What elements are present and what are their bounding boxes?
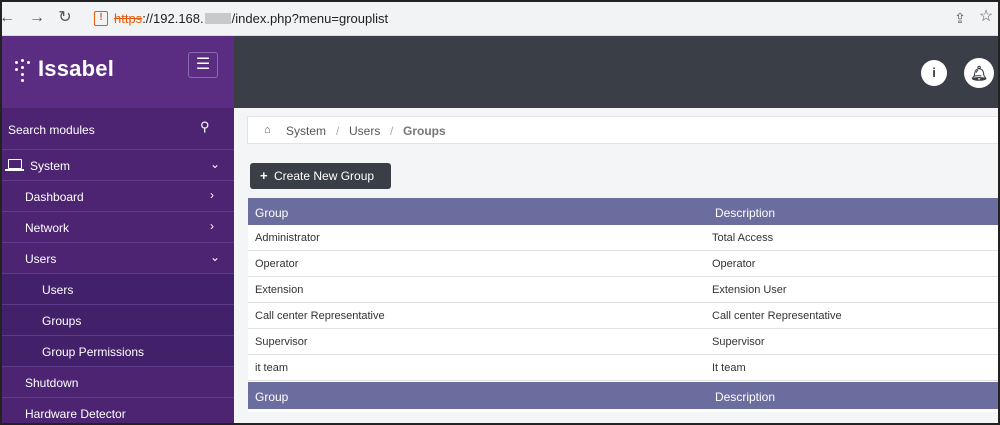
breadcrumb: ⌂ System / Users / Groups (247, 116, 998, 144)
issabel-logo-icon (15, 59, 33, 82)
url-text[interactable]: https://192.168. /index.php?menu=grouplis… (114, 11, 388, 26)
sidebar-item-system[interactable]: System ⌄ (2, 150, 234, 181)
breadcrumb-users[interactable]: Users (349, 124, 380, 138)
create-new-group-label: Create New Group (274, 169, 375, 183)
table-row[interactable]: it team It team (248, 355, 998, 381)
create-new-group-button[interactable]: + Create New Group (250, 163, 391, 189)
reload-icon[interactable]: ↻ (56, 9, 74, 27)
breadcrumb-separator: / (390, 124, 394, 138)
group-cell[interactable]: Administrator (255, 232, 320, 244)
sidebar-item-label: Shutdown (25, 376, 79, 390)
chevron-right-icon: › (210, 188, 214, 202)
sidebar-item-label: Users (25, 252, 57, 266)
address-bar[interactable]: ! https://192.168. /index.php?menu=groupl… (84, 7, 964, 31)
star-icon[interactable]: ☆ (978, 9, 994, 25)
bell-icon[interactable]: 🔔︎ (964, 58, 994, 88)
plus-icon: + (260, 168, 268, 183)
column-footer-group: Group (255, 390, 289, 404)
sidebar-item-network[interactable]: Network › (2, 212, 234, 243)
description-cell: Call center Representative (712, 310, 842, 322)
sidebar-item-dashboard[interactable]: Dashboard › (2, 181, 234, 212)
column-header-group[interactable]: Group (255, 206, 288, 220)
search-modules-label: Search modules (8, 123, 95, 137)
breadcrumb-system[interactable]: System (286, 124, 326, 138)
url-host: ://192.168. (142, 11, 204, 26)
table-row[interactable]: Administrator Total Access (248, 225, 998, 251)
browser-toolbar: ← → ↻ ! https://192.168. /index.php?menu=… (2, 2, 998, 36)
share-icon[interactable]: ⇪ (952, 10, 968, 26)
description-cell: Extension User (712, 284, 787, 296)
url-protocol: https (114, 11, 143, 26)
redacted-block (204, 13, 231, 24)
url-path: /index.php?menu=grouplist (231, 11, 389, 26)
table-row[interactable]: Extension Extension User (248, 277, 998, 303)
description-cell: Total Access (712, 232, 774, 244)
sidebar-item-label: Hardware Detector (25, 407, 126, 421)
chevron-down-icon: ⌄ (210, 250, 221, 264)
group-cell[interactable]: Call center Representative (255, 310, 385, 322)
search-modules[interactable]: Search modules ⚲ (2, 108, 234, 150)
group-cell[interactable]: it team (255, 362, 288, 374)
column-header-description[interactable]: Description (715, 206, 775, 220)
group-cell[interactable]: Supervisor (255, 336, 308, 348)
description-cell: It team (712, 362, 746, 374)
sidebar-item-label: Dashboard (25, 190, 84, 204)
breadcrumb-separator: / (336, 124, 340, 138)
main-content: ⌂ System / Users / Groups + Create New G… (234, 108, 998, 423)
sidebar-item-label: Network (25, 221, 70, 235)
sidebar-item-shutdown[interactable]: Shutdown (2, 367, 234, 398)
table-footer: Group Description (248, 382, 998, 409)
sidebar-item-hardware-detector[interactable]: Hardware Detector (2, 398, 234, 423)
chevron-down-icon: ⌄ (210, 157, 221, 171)
brand-area: Issabel ☰ (2, 36, 234, 108)
laptop-icon (5, 159, 24, 171)
sidebar: Issabel ☰ Search modules ⚲ System ⌄ Dash… (2, 36, 234, 423)
sidebar-item-users[interactable]: Users ⌄ (2, 243, 234, 274)
sidebar-subitem-users[interactable]: Users (2, 274, 234, 305)
home-icon[interactable]: ⌂ (264, 124, 271, 136)
hamburger-menu-icon[interactable]: ☰ (188, 52, 218, 78)
sidebar-subitem-groups[interactable]: Groups (2, 305, 234, 336)
column-footer-description: Description (715, 390, 776, 404)
sidebar-item-label: System (30, 159, 71, 173)
table-row[interactable]: Call center Representative Call center R… (248, 303, 998, 329)
sidebar-item-label: Users (42, 283, 74, 297)
info-icon[interactable]: i (921, 60, 947, 86)
top-header: i 🔔︎ (234, 36, 998, 108)
sidebar-subitem-group-permissions[interactable]: Group Permissions (2, 336, 234, 367)
search-icon[interactable]: ⚲ (200, 119, 210, 135)
screenshot-frame: ← → ↻ ! https://192.168. /index.php?menu=… (0, 0, 1000, 425)
group-cell[interactable]: Operator (255, 258, 298, 270)
table-row[interactable]: Operator Operator (248, 251, 998, 277)
sidebar-item-label: Groups (42, 314, 82, 328)
chevron-right-icon: › (210, 219, 214, 233)
table-header: Group Description (248, 198, 998, 225)
description-cell: Supervisor (712, 336, 765, 348)
back-icon[interactable]: ← (2, 9, 16, 27)
brand-name: Issabel (38, 56, 115, 81)
forward-icon[interactable]: → (28, 9, 46, 27)
description-cell: Operator (712, 258, 756, 270)
table-row[interactable]: Supervisor Supervisor (248, 329, 998, 355)
not-secure-icon[interactable]: ! (94, 11, 108, 26)
groups-table: Group Description Administrator Total Ac… (248, 198, 998, 412)
group-cell[interactable]: Extension (255, 284, 303, 296)
breadcrumb-groups: Groups (403, 124, 446, 138)
sidebar-item-label: Group Permissions (42, 345, 145, 359)
